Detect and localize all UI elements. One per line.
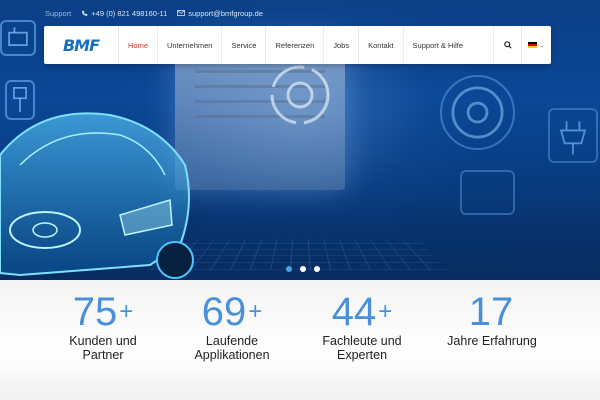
germany-flag-icon xyxy=(528,42,538,48)
phone-number: +49 (0) 821 498160-11 xyxy=(91,8,168,18)
tire-icon xyxy=(440,75,515,150)
stat-applikationen: 69+ Laufende Applikationen xyxy=(167,290,297,362)
plug-icon xyxy=(548,108,598,163)
stat-number: 75+ xyxy=(72,290,134,334)
stat-number: 44+ xyxy=(331,290,393,334)
support-label: Support xyxy=(45,8,72,18)
email-link[interactable]: support@bmfgroup.de xyxy=(177,9,263,18)
nav-item-unternehmen[interactable]: Unternehmen xyxy=(157,26,221,64)
main-navbar: BMF Home Unternehmen Service Referenzen … xyxy=(44,26,551,64)
nav-item-referenzen[interactable]: Referenzen xyxy=(265,26,323,64)
stats-section: 75+ Kunden und Partner 69+ Laufende Appl… xyxy=(0,280,600,400)
slider-pagination xyxy=(286,266,320,272)
phone-link[interactable]: +49 (0) 821 498160-11 xyxy=(81,9,167,18)
stat-experten: 44+ Fachleute und Experten xyxy=(297,290,427,362)
slider-dot[interactable] xyxy=(286,266,292,272)
bmf-logo[interactable]: BMF xyxy=(44,26,118,64)
email-address: support@bmfgroup.de xyxy=(188,8,263,18)
stat-label: Partner xyxy=(82,348,124,362)
stat-erfahrung: 17 Jahre Erfahrung xyxy=(427,290,557,348)
stat-kunden: 75+ Kunden und Partner xyxy=(38,290,168,362)
mail-icon xyxy=(177,10,186,16)
cycle-icon xyxy=(265,60,335,130)
settings-screen-icon xyxy=(460,170,515,215)
stat-label: Laufende xyxy=(205,334,259,348)
stat-label: Fachleute und xyxy=(322,334,402,348)
nav-item-jobs[interactable]: Jobs xyxy=(323,26,358,64)
top-contact-bar: Support +49 (0) 821 498160-11 support@bm… xyxy=(0,0,600,26)
slider-dot[interactable] xyxy=(314,266,320,272)
nav-item-kontakt[interactable]: Kontakt xyxy=(358,26,402,64)
search-button[interactable] xyxy=(493,26,521,64)
slider-dot[interactable] xyxy=(300,266,306,272)
stat-number: 69+ xyxy=(201,290,263,334)
stat-label: Jahre Erfahrung xyxy=(447,334,537,348)
nav-item-home[interactable]: Home xyxy=(119,26,157,64)
piston-icon xyxy=(5,80,35,120)
stat-number: 17 xyxy=(468,290,514,334)
nav-item-service[interactable]: Service xyxy=(221,26,265,64)
phone-icon xyxy=(82,10,88,16)
search-icon xyxy=(503,41,512,49)
logo-text: BMF xyxy=(62,35,100,55)
nav-menu: Home Unternehmen Service Referenzen Jobs… xyxy=(119,26,472,64)
nav-item-support[interactable]: Support & Hilfe xyxy=(402,26,472,64)
stat-label: Experten xyxy=(336,348,388,362)
hero-car-image xyxy=(0,112,194,279)
stat-label: Kunden und xyxy=(69,334,137,348)
language-selector[interactable]: ⌄ xyxy=(521,26,551,64)
chevron-down-icon: ⌄ xyxy=(539,42,545,49)
stat-label: Applikationen xyxy=(194,348,270,362)
